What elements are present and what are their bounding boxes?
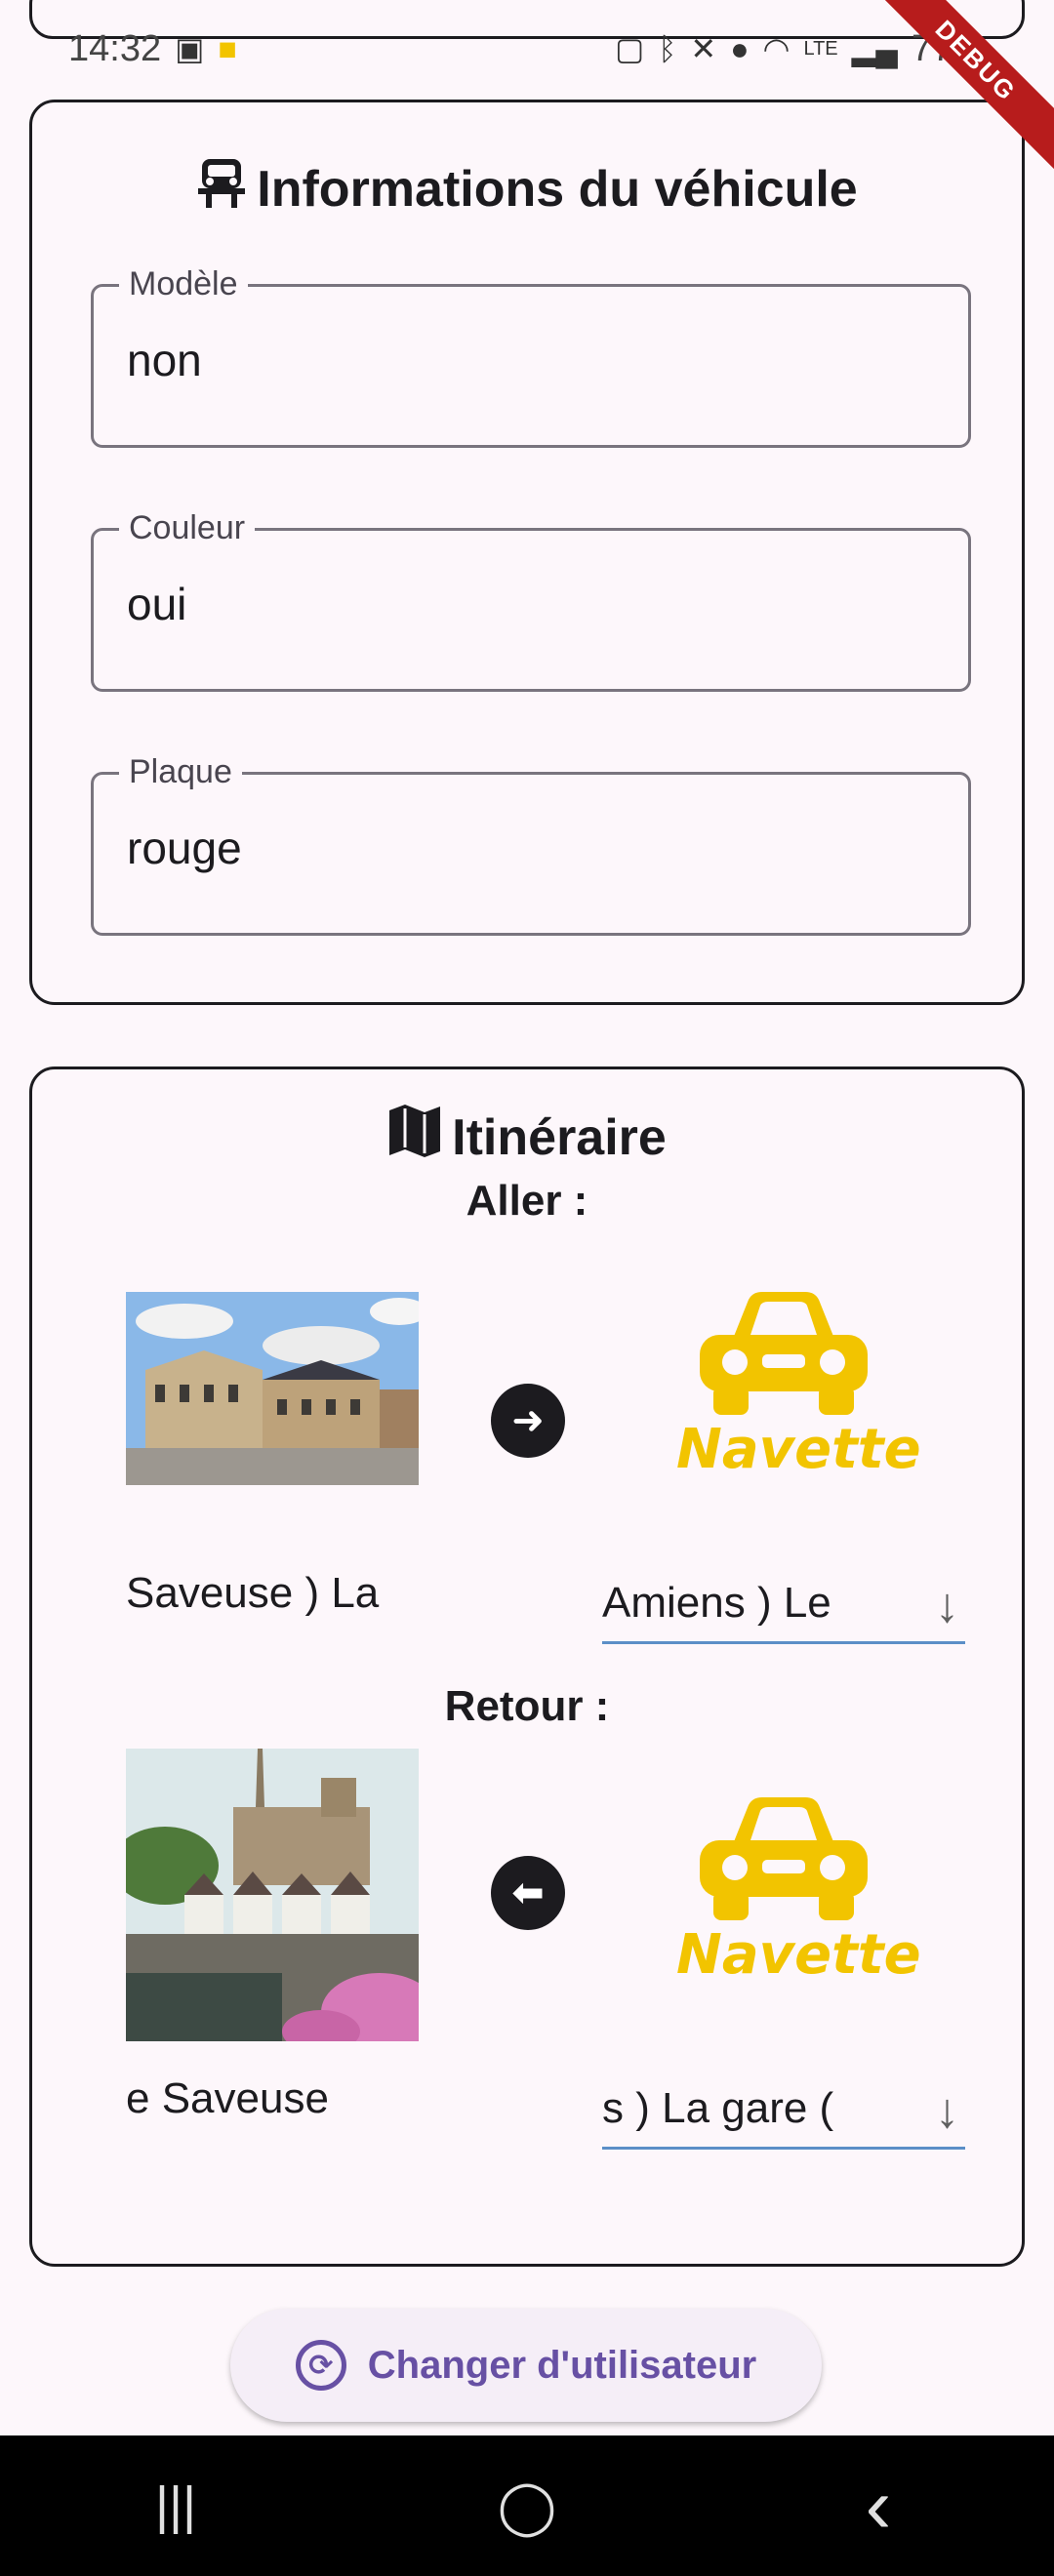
status-bar: 14:32 ▣ ■ ▢ ᛒ ✕ ● ◠ LTE ▂▄ 77% <box>0 0 1054 98</box>
retour-origin-photo[interactable] <box>126 1749 419 2041</box>
car-icon <box>196 155 247 222</box>
itinerary-card-title: Itinéraire <box>32 1105 1022 1170</box>
wifi-icon: ◠ <box>762 31 790 66</box>
color-field[interactable]: Couleur oui <box>91 509 971 692</box>
retour-navette[interactable]: Navette <box>676 1793 921 1987</box>
arrow-down-icon: ↓ <box>935 2083 959 2138</box>
bluetooth-icon: ᛒ <box>658 30 677 66</box>
retour-navette-label: Navette <box>676 1923 921 1987</box>
switch-user-button[interactable]: ⟳ Changer d'utilisateur <box>230 2309 822 2422</box>
status-left: 14:32 ▣ ■ <box>68 28 237 70</box>
aller-dropdown-value: Amiens ) Le <box>602 1579 831 1627</box>
back-button[interactable]: ‹ <box>820 2461 937 2551</box>
model-value[interactable]: non <box>127 334 202 386</box>
plate-value[interactable]: rouge <box>127 822 242 874</box>
color-value[interactable]: oui <box>127 578 186 630</box>
aller-origin-text[interactable]: Saveuse ) La <box>126 1569 419 1618</box>
model-label: Modèle <box>119 265 248 303</box>
aller-navette[interactable]: Navette <box>676 1288 921 1481</box>
recents-button[interactable]: ||| <box>117 2475 234 2536</box>
retour-destination-dropdown[interactable]: s ) La gare ( ↓ <box>602 2078 965 2150</box>
switch-user-label: Changer d'utilisateur <box>367 2343 757 2387</box>
image-icon: ▣ <box>175 31 205 66</box>
location-icon: ● <box>730 30 750 66</box>
home-button[interactable]: ◯ <box>468 2475 586 2537</box>
arrow-down-icon: ↓ <box>935 1578 959 1632</box>
system-nav-bar: ||| ◯ ‹ <box>0 2435 1054 2576</box>
map-icon <box>387 1105 442 1170</box>
vehicle-card-title: Informations du véhicule <box>32 155 1022 222</box>
model-field[interactable]: Modèle non <box>91 265 971 448</box>
sync-user-icon: ⟳ <box>295 2340 346 2391</box>
plate-label: Plaque <box>119 753 242 791</box>
signal-icon: ▂▄ <box>851 31 898 66</box>
itinerary-title-text: Itinéraire <box>452 1108 667 1166</box>
retour-label: Retour : <box>444 1682 610 1730</box>
plate-field[interactable]: Plaque rouge <box>91 753 971 936</box>
aller-origin-photo[interactable] <box>126 1292 419 1485</box>
status-time: 14:32 <box>68 27 162 69</box>
aller-navette-label: Navette <box>676 1418 921 1481</box>
volte-icon: LTE <box>803 37 838 60</box>
nfc-icon: ▢ <box>614 31 645 66</box>
aller-label: Aller : <box>466 1177 588 1225</box>
vehicle-title-text: Informations du véhicule <box>257 160 858 218</box>
mute-icon: ✕ <box>690 31 717 66</box>
retour-arrow-button[interactable]: ⬅ <box>491 1856 565 1930</box>
aller-arrow-button[interactable]: ➜ <box>491 1384 565 1458</box>
taxi-app-icon: ■ <box>218 30 237 66</box>
itinerary-card: Itinéraire Aller : ➜ Navette Saveuse) L… <box>29 1067 1025 2267</box>
vehicle-info-card: Informations du véhicule Modèle non Coul… <box>29 100 1025 1005</box>
arrow-right-icon: ➜ <box>511 1399 545 1442</box>
retour-dropdown-value: s ) La gare ( <box>602 2084 834 2132</box>
aller-destination-dropdown[interactable]: Amiens ) Le ↓ <box>602 1573 965 1644</box>
retour-origin-text[interactable]: e Saveuse <box>126 2074 419 2123</box>
arrow-left-icon: ⬅ <box>511 1872 545 1914</box>
color-label: Couleur <box>119 509 256 547</box>
